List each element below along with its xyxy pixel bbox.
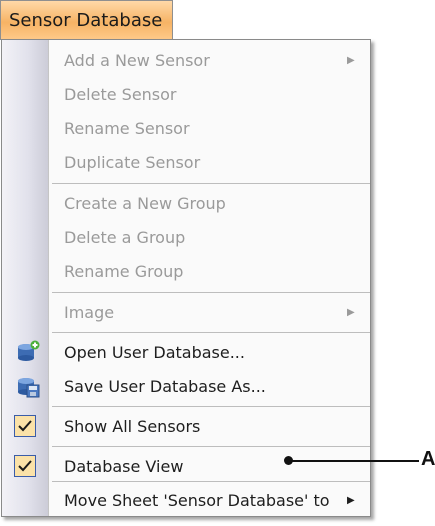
menu-separator — [52, 183, 370, 184]
menu-separator — [52, 406, 370, 407]
menu-item-create-new-group[interactable]: Create a New Group — [2, 187, 370, 219]
menu-item-delete-group[interactable]: Delete a Group — [2, 221, 370, 253]
submenu-arrow-icon: ▶ — [347, 494, 355, 506]
checkmark-icon — [14, 455, 36, 477]
menu-item-rename-sensor[interactable]: Rename Sensor — [2, 112, 370, 144]
checkmark-icon — [14, 415, 36, 437]
menu-item-label: Show All Sensors — [64, 416, 201, 436]
menu-item-label: Add a New Sensor — [64, 50, 210, 70]
submenu-arrow-icon: ▶ — [347, 54, 355, 66]
menu-item-move-sheet[interactable]: Move Sheet 'Sensor Database' to ▶ — [2, 484, 370, 516]
menu-item-database-view[interactable]: Database View — [2, 450, 370, 482]
menu-item-label: Image — [64, 302, 115, 322]
menu-item-open-user-database[interactable]: Open User Database... — [2, 336, 370, 368]
menu-item-add-new-sensor[interactable]: Add a New Sensor ▶ — [2, 44, 370, 76]
menu-item-label: Save User Database As... — [64, 376, 266, 396]
menu-item-label: Database View — [64, 456, 184, 476]
save-database-icon — [18, 378, 40, 398]
menu-item-show-all-sensors[interactable]: Show All Sensors — [2, 410, 370, 442]
menu-item-label: Delete a Group — [64, 227, 186, 247]
menu-item-delete-sensor[interactable]: Delete Sensor — [2, 78, 370, 110]
menu-item-rename-group[interactable]: Rename Group — [2, 255, 370, 287]
submenu-arrow-icon: ▶ — [347, 306, 355, 318]
sensor-database-dropdown: Add a New Sensor ▶ Delete Sensor Rename … — [1, 39, 371, 517]
menu-item-image[interactable]: Image ▶ — [2, 296, 370, 328]
menu-item-label: Rename Group — [64, 261, 184, 281]
callout-line — [288, 460, 419, 462]
menu-separator — [52, 292, 370, 293]
menu-separator — [52, 332, 370, 333]
menu-separator — [52, 481, 370, 482]
sensor-database-menu-tab[interactable]: Sensor Database — [0, 0, 173, 40]
menu-separator — [52, 446, 370, 447]
menu-item-label: Open User Database... — [64, 342, 245, 362]
menu-item-label: Move Sheet 'Sensor Database' to — [64, 490, 330, 510]
menu-item-label: Duplicate Sensor — [64, 152, 201, 172]
menu-item-label: Rename Sensor — [64, 118, 190, 138]
open-database-icon — [18, 340, 40, 361]
menu-item-label: Create a New Group — [64, 193, 226, 213]
menu-title: Sensor Database — [9, 10, 163, 31]
menu-item-save-user-database-as[interactable]: Save User Database As... — [2, 370, 370, 402]
menu-item-duplicate-sensor[interactable]: Duplicate Sensor — [2, 146, 370, 178]
menu-item-label: Delete Sensor — [64, 84, 177, 104]
callout-label: A — [421, 448, 435, 470]
